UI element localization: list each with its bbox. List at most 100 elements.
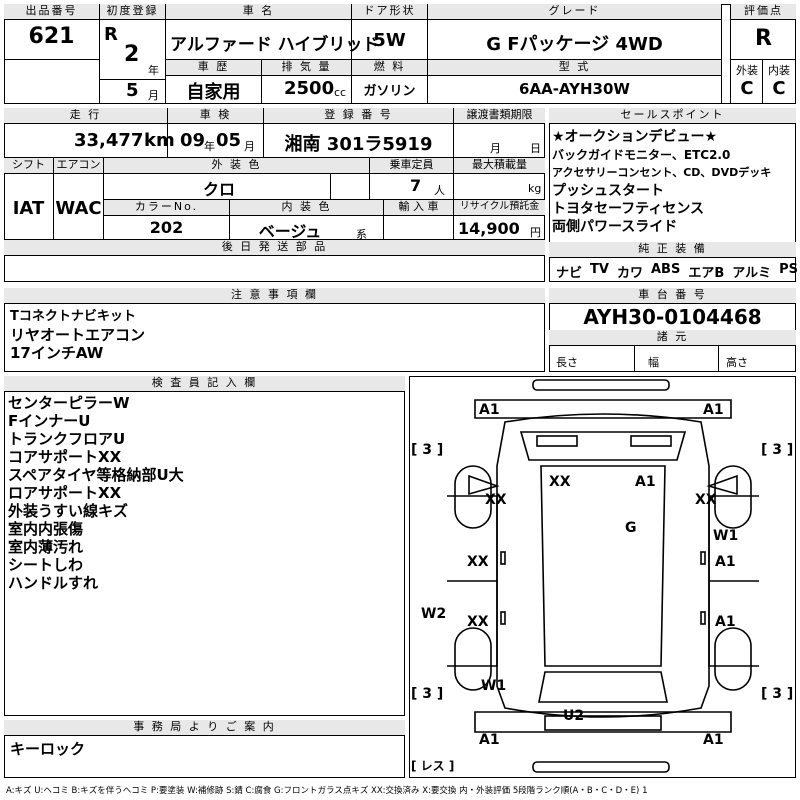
door-handle-fr	[700, 551, 706, 565]
exterior-cell: 外装 C	[730, 60, 763, 104]
selling-point: プッシュスタート	[552, 183, 664, 199]
mileage-label: 走 行	[4, 108, 167, 124]
inspection-label: 車 検	[168, 108, 263, 124]
load-unit: kg	[528, 182, 542, 195]
tire-rear-right	[714, 627, 752, 691]
score-label: 評価点	[731, 4, 796, 20]
diagram-mark: U2	[563, 708, 584, 724]
interior-score: C	[772, 78, 786, 99]
reg-month-unit: 月	[148, 89, 159, 102]
office-label: 事 務 局 よ り ご 案 内	[4, 720, 405, 736]
inspector-item: センターピラーW	[8, 394, 130, 412]
note-item: リヤオートエアコン	[10, 326, 146, 344]
diagram-mark: [ 3 ]	[761, 686, 793, 702]
equipment-item: ABS	[650, 262, 681, 277]
notes-label: 注 意 事 項 欄	[4, 288, 545, 304]
equipment-item: アルミ	[732, 266, 772, 281]
recycle-label: リサイクル預託金	[454, 200, 545, 216]
inspector-list: センターピラーW FインナーU トランクフロアU コアサポートXX スペアタイヤ…	[8, 394, 184, 592]
equipment-item: エアB	[688, 266, 725, 281]
equipment-item: ナビ	[556, 266, 583, 281]
inspector-label: 検 査 員 記 入 欄	[4, 376, 405, 392]
fuel: ガソリン	[363, 84, 416, 99]
diagram-mark: A1	[715, 614, 736, 630]
insp-year: 09	[180, 130, 206, 151]
recycle-cell: リサイクル預託金 14,900 円	[454, 200, 545, 240]
lot-blank	[4, 60, 100, 104]
diagram-mark: [ 3 ]	[411, 442, 443, 458]
door-type: 5W	[373, 30, 406, 51]
notes-list: Tコネクトナビキット リヤオートエアコン 17インチAW	[10, 308, 145, 362]
shift: IAT	[12, 198, 45, 219]
fuel-cell: 燃 料 ガソリン	[352, 60, 428, 104]
color-no-label: カラーNo.	[104, 200, 229, 216]
diagram-mark: A1	[715, 554, 736, 570]
diagram-mark: XX	[467, 614, 489, 630]
diagram-mark: A1	[635, 474, 656, 490]
insp-month: 05	[216, 130, 242, 151]
spec-divider-1	[634, 346, 635, 372]
color-divider	[330, 174, 331, 200]
transfer-cell: 譲渡書類期限 月 日	[454, 108, 545, 158]
displacement-label: 排 気 量	[262, 60, 351, 76]
reg-month: 5	[126, 80, 139, 101]
transfer-month: 月	[490, 142, 501, 155]
color-no-cell: カラーNo. 202	[104, 200, 230, 240]
recycle-unit: 円	[530, 226, 541, 239]
displacement-unit: cc	[334, 86, 347, 99]
inspector-item: 外装うすい線キズ	[8, 502, 129, 520]
car-name: アルファード ハイブリッド	[170, 35, 380, 55]
recycle: 14,900	[458, 219, 520, 238]
inspector-item: スペアタイヤ等格納部U大	[8, 466, 184, 484]
diagram-mark: W1	[713, 528, 738, 544]
car-name-cell: 車 名 アルファード ハイブリッド	[166, 4, 379, 60]
diagram-mark: A1	[703, 732, 724, 748]
first-reg-label: 初度登録	[100, 4, 165, 20]
grade: G Fパッケージ 4WD	[486, 34, 663, 55]
inspector-item: ロアサポートXX	[8, 484, 122, 502]
selling-point: 両側パワースライド	[552, 219, 678, 235]
selling-points-label: セールスポイント	[549, 108, 796, 124]
diagram-mark: XX	[485, 492, 507, 508]
selling-points-list: ★オークションデビュー★ バックガイドモニター、ETC2.0 アクセサリーコンセ…	[552, 128, 794, 236]
later-parts-label: 後 日 発 送 部 品	[4, 240, 545, 256]
diagram-mark: XX	[467, 554, 489, 570]
inspector-item: ハンドルすれ	[8, 574, 99, 592]
diagram-mark: A1	[479, 402, 500, 418]
era: R	[104, 24, 118, 45]
wiper-left-outline	[536, 435, 578, 447]
exterior-score: C	[740, 78, 754, 99]
capacity-cell: 乗車定員 7 人	[370, 158, 454, 200]
office-text: キーロック	[10, 740, 86, 758]
equipment-item: TV	[590, 262, 609, 277]
selling-point: トヨタセーフティセンス	[552, 201, 705, 217]
shift-cell: シフト IAT	[4, 158, 54, 240]
interior-label: 内装	[768, 64, 790, 77]
note-item: Tコネクトナビキット	[10, 309, 136, 324]
diagram-mark: [ 3 ]	[761, 442, 793, 458]
model-cell: 型 式 6AA-AYH30W	[428, 60, 722, 104]
inspector-item: 室内薄汚れ	[8, 538, 84, 556]
grade-cell: グレード G Fパッケージ 4WD	[428, 4, 722, 60]
reg-year-unit: 年	[148, 64, 159, 77]
inspection-cell: 車 検 09 年 05 月	[168, 108, 264, 158]
model: 6AA-AYH30W	[519, 80, 630, 98]
reg-year: 2	[124, 42, 140, 67]
rear-panel-outline	[474, 711, 732, 733]
insp-month-unit: 月	[244, 140, 255, 153]
plate-label: 登 録 番 号	[264, 108, 453, 124]
capacity-unit: 人	[434, 184, 445, 197]
rear-glass-outline	[538, 671, 668, 703]
ac-cell: エアコン WAC	[54, 158, 104, 240]
diagram-mark: G	[625, 520, 637, 536]
history-label: 車 歴	[166, 60, 261, 76]
inspector-item: 室内内張傷	[8, 520, 84, 538]
equipment-item: カワ	[616, 266, 643, 281]
capacity-label: 乗車定員	[370, 158, 453, 174]
first-reg-cell: 初度登録 R 2 年	[100, 4, 166, 80]
equipment-item: PS	[779, 262, 798, 277]
spec-width: 幅	[648, 356, 659, 369]
diagram-mark: A1	[479, 732, 500, 748]
selling-point: アクセサリーコンセント、CD、DVDデッキ	[552, 166, 772, 179]
int-color: ベージュ	[258, 222, 322, 241]
